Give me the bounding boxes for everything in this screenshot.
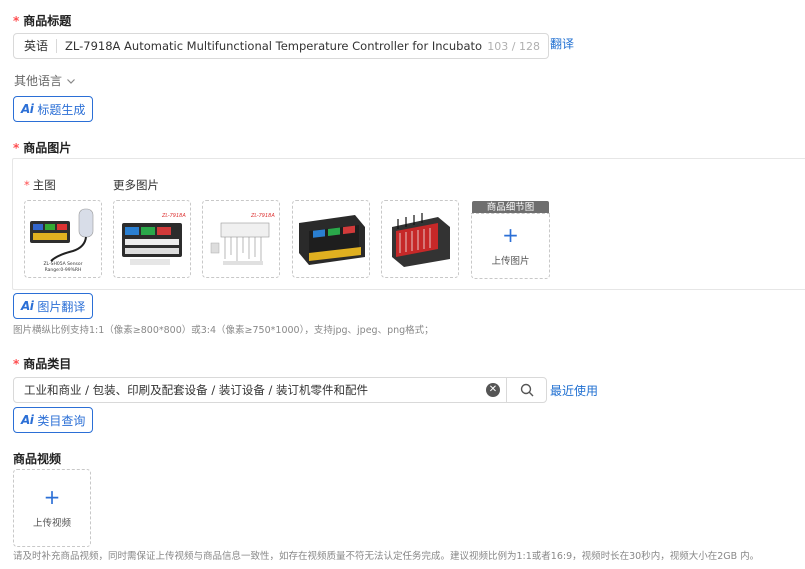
category-search-button[interactable]	[506, 378, 546, 402]
video-hint: 请及时补充商品视频，同时需保证上传视频与商品信息一致性，如存在视频质量不符无法认…	[13, 551, 760, 562]
more-image-thumb-1[interactable]: ZL-7918A	[113, 200, 191, 278]
recent-used-link[interactable]: 最近使用	[550, 382, 598, 399]
chevron-down-icon	[67, 78, 75, 84]
product-image	[299, 215, 365, 265]
title-input[interactable]: 英语 ZL-7918A Automatic Multifunctional Te…	[13, 33, 549, 59]
clear-icon[interactable]: ✕	[486, 383, 500, 397]
upload-video-label: 上传视频	[32, 518, 71, 529]
title-label: 商品标题	[23, 14, 72, 28]
ai-icon: Ai	[21, 413, 34, 427]
ai-icon: Ai	[21, 299, 34, 313]
category-input[interactable]: 工业和商业 / 包装、印刷及配套设备 / 装订设备 / 装订机零件和配件 ✕	[13, 377, 547, 403]
image-label: 商品图片	[23, 141, 72, 155]
ai-category-query-label: 类目查询	[37, 413, 86, 428]
main-image-thumb[interactable]: ZL-SH05A Sensor Range:0-99%RH	[24, 200, 102, 278]
title-section-label: * 商品标题	[13, 12, 71, 29]
more-image-thumb-3[interactable]	[292, 200, 370, 278]
other-languages-label: 其他语言	[14, 74, 63, 88]
image-section-label: * 商品图片	[13, 139, 71, 156]
title-text[interactable]: ZL-7918A Automatic Multifunctional Tempe…	[57, 39, 483, 53]
category-label: 商品类目	[23, 357, 72, 371]
more-image-thumb-2[interactable]: ZL-7918A	[202, 200, 280, 278]
more-images-label: 更多图片	[113, 178, 159, 192]
plus-icon: +	[43, 485, 61, 509]
ai-image-translate-button[interactable]: Ai 图片翻译	[13, 293, 94, 319]
product-image: ZL-7918A	[210, 213, 275, 265]
language-prefix[interactable]: 英语	[14, 39, 58, 53]
char-count: 103 / 128	[487, 39, 540, 53]
category-text[interactable]: 工业和商业 / 包装、印刷及配套设备 / 装订设备 / 装订机零件和配件	[14, 382, 486, 398]
ai-icon: Ai	[21, 102, 34, 116]
required-mark: *	[13, 13, 20, 28]
more-image-thumb-4[interactable]	[381, 200, 459, 278]
video-section-label: 商品视频	[13, 450, 61, 467]
main-image-label: * 主图	[24, 178, 56, 192]
ai-title-generate-label: 标题生成	[37, 102, 86, 117]
product-image	[392, 213, 450, 267]
ai-image-translate-label: 图片翻译	[37, 299, 86, 314]
svg-text:ZL-SH05A Sensor: ZL-SH05A Sensor	[43, 261, 82, 267]
upload-video-button[interactable]: + 上传视频	[13, 469, 91, 547]
product-image: ZL-SH05A Sensor Range:0-99%RH	[30, 208, 94, 273]
ai-category-query-button[interactable]: Ai 类目查询	[13, 407, 94, 433]
svg-text:Range:0-99%RH: Range:0-99%RH	[45, 267, 82, 273]
product-image: ZL-7918A	[122, 213, 186, 265]
required-mark: *	[13, 140, 20, 155]
required-mark: *	[13, 356, 20, 371]
upload-image-label: 上传图片	[491, 256, 530, 267]
search-icon	[520, 383, 533, 397]
svg-text:ZL-7918A: ZL-7918A	[250, 213, 275, 219]
svg-text:ZL-7918A: ZL-7918A	[161, 213, 186, 219]
upload-image-button[interactable]: + 上传图片	[471, 213, 550, 279]
image-format-hint: 图片横纵比例支持1:1（像素≥800*800）或3:4（像素≥750*1000）…	[13, 325, 434, 336]
other-languages-toggle[interactable]: 其他语言	[14, 72, 76, 89]
ai-title-generate-button[interactable]: Ai 标题生成	[13, 96, 94, 122]
plus-icon: +	[502, 223, 519, 247]
video-label: 商品视频	[13, 452, 62, 466]
translate-link[interactable]: 翻译	[550, 35, 574, 52]
category-section-label: * 商品类目	[13, 355, 71, 372]
